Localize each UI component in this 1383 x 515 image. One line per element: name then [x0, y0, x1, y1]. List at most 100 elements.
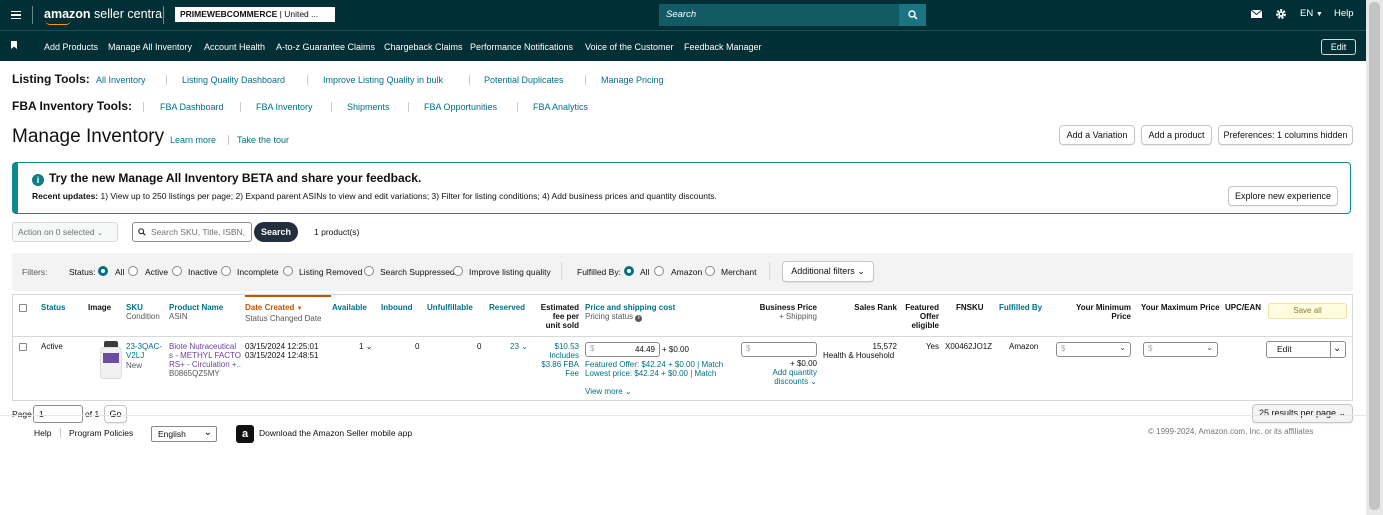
learn-more-link[interactable]: Learn more — [170, 135, 216, 145]
save-all-button[interactable]: Save all — [1268, 303, 1347, 319]
lowest-match-link[interactable]: Match — [695, 369, 717, 378]
amazon-seller-central-logo[interactable]: amazon seller central — [44, 7, 165, 25]
row-estimated-fee[interactable]: $10.53 Includes $3.86 FBA Fee — [533, 342, 579, 378]
footer-help-link[interactable]: Help — [34, 428, 51, 438]
link-all-inventory[interactable]: All Inventory — [96, 75, 146, 85]
status-inactive-radio[interactable] — [172, 266, 182, 276]
row-product-name[interactable]: Biote Nutraceutical s - METHYL FACTO RS+ -… — [169, 342, 241, 369]
header-sku[interactable]: SKU Condition — [126, 303, 160, 321]
footer-language-select[interactable]: English ⌄ — [151, 426, 217, 442]
inventory-search-button[interactable]: Search — [254, 222, 298, 242]
link-fba-analytics[interactable]: FBA Analytics — [533, 102, 588, 112]
row-checkbox[interactable] — [19, 343, 27, 351]
price-input[interactable]: $44.49 — [585, 342, 660, 357]
store-selector[interactable]: PRIMEWEBCOMMERCE | United ... — [175, 7, 335, 22]
link-fba-inventory[interactable]: FBA Inventory — [256, 102, 313, 112]
row-available[interactable]: 1 ⌄ — [359, 342, 372, 351]
footer-program-policies-link[interactable]: Program Policies — [69, 428, 133, 438]
min-price-input[interactable]: $ ⌄ — [1056, 342, 1131, 357]
fulfilled-amazon-label[interactable]: Amazon — [671, 267, 702, 277]
status-improve-quality-radio[interactable] — [453, 266, 463, 276]
status-improve-quality-label[interactable]: Improve listing quality — [469, 267, 551, 277]
nav-feedback-manager[interactable]: Feedback Manager — [684, 42, 762, 52]
link-potential-duplicates[interactable]: Potential Duplicates — [484, 75, 564, 85]
help-link[interactable]: Help — [1334, 8, 1354, 19]
link-shipments[interactable]: Shipments — [347, 102, 390, 112]
nav-performance-notifications[interactable]: Performance Notifications — [470, 42, 573, 52]
fulfilled-merchant-radio[interactable] — [705, 266, 715, 276]
row-edit-split-button[interactable]: Edit ⌄ — [1266, 341, 1346, 358]
row-sku[interactable]: 23-3QAC- V2LJ — [126, 342, 162, 360]
select-all-checkbox[interactable] — [19, 304, 27, 312]
row-edit-button[interactable]: Edit — [1267, 342, 1330, 357]
status-listing-removed-label[interactable]: Listing Removed — [299, 267, 362, 277]
add-quantity-discounts-link[interactable]: Add quantity discounts ⌄ — [753, 368, 817, 386]
explore-new-experience-button[interactable]: Explore new experience — [1228, 186, 1338, 206]
amazon-app-icon[interactable]: a — [236, 425, 254, 443]
chevron-down-icon[interactable]: ⌄ — [1333, 342, 1341, 356]
header-upc-ean: UPC/EAN — [1225, 303, 1262, 312]
settings-gear-icon[interactable] — [1275, 8, 1287, 22]
scrollbar-thumb[interactable] — [1369, 2, 1380, 510]
language-selector[interactable]: EN ▼ — [1300, 8, 1323, 19]
link-listing-quality-dashboard[interactable]: Listing Quality Dashboard — [182, 75, 285, 85]
edit-nav-button[interactable]: Edit — [1321, 39, 1356, 55]
hamburger-menu-icon[interactable] — [6, 5, 26, 25]
status-inactive-label[interactable]: Inactive — [188, 267, 217, 277]
business-price-input[interactable]: $ — [741, 342, 817, 357]
link-manage-pricing[interactable]: Manage Pricing — [601, 75, 664, 85]
status-active-radio[interactable] — [128, 266, 138, 276]
nav-add-products[interactable]: Add Products — [44, 42, 98, 52]
additional-filters-button[interactable]: Additional filters ⌄ — [782, 261, 874, 282]
add-product-button[interactable]: Add a product — [1141, 125, 1212, 145]
header-price[interactable]: Price and shipping cost Pricing status i — [585, 303, 675, 322]
view-more-link[interactable]: View more ⌄ — [585, 387, 632, 396]
status-incomplete-radio[interactable] — [221, 266, 231, 276]
header-status[interactable]: Status — [41, 303, 65, 312]
featured-match-link[interactable]: Match — [701, 360, 723, 369]
header-fulfilled-by[interactable]: Fulfilled By — [999, 303, 1042, 312]
add-variation-button[interactable]: Add a Variation — [1059, 125, 1135, 145]
fulfilled-merchant-label[interactable]: Merchant — [721, 267, 756, 277]
max-price-input[interactable]: $ ⌄ — [1143, 342, 1218, 357]
copyright: © 1999-2024, Amazon.com, Inc. or its aff… — [1148, 427, 1314, 436]
search-button[interactable] — [899, 4, 926, 26]
status-search-suppressed-radio[interactable] — [364, 266, 374, 276]
header-product-name[interactable]: Product Name ASIN — [169, 303, 223, 321]
mail-icon[interactable] — [1250, 9, 1263, 20]
global-search-input[interactable]: Search — [659, 4, 899, 26]
header-unfulfillable[interactable]: Unfulfillable — [427, 303, 473, 312]
nav-voice-of-customer[interactable]: Voice of the Customer — [585, 42, 674, 52]
header-inbound[interactable]: Inbound — [381, 303, 413, 312]
fulfilled-all-label[interactable]: All — [640, 267, 649, 277]
status-all-label[interactable]: All — [115, 267, 124, 277]
status-active-label[interactable]: Active — [145, 267, 168, 277]
header-available[interactable]: Available — [332, 303, 367, 312]
info-icon: i — [32, 174, 44, 186]
row-reserved[interactable]: 23 ⌄ — [510, 342, 528, 351]
fulfilled-all-radio[interactable] — [624, 266, 634, 276]
nav-account-health[interactable]: Account Health — [204, 42, 265, 52]
divider — [585, 75, 586, 85]
nav-manage-all-inventory[interactable]: Manage All Inventory — [108, 42, 192, 52]
take-tour-link[interactable]: Take the tour — [237, 135, 289, 145]
link-fba-dashboard[interactable]: FBA Dashboard — [160, 102, 224, 112]
inventory-search-input[interactable]: Search SKU, Title, ISBN, — [132, 222, 252, 242]
header-date-created[interactable]: Date Created ▼ Status Changed Date — [245, 303, 322, 323]
header-reserved[interactable]: Reserved — [489, 303, 525, 312]
product-image[interactable] — [100, 341, 122, 379]
status-search-suppressed-label[interactable]: Search Suppressed — [380, 267, 455, 277]
preferences-button[interactable]: Preferences: 1 columns hidden — [1218, 125, 1353, 145]
link-fba-opportunities[interactable]: FBA Opportunities — [424, 102, 497, 112]
nav-a-to-z-claims[interactable]: A-to-z Guarantee Claims — [276, 42, 375, 52]
link-improve-listing-quality[interactable]: Improve Listing Quality in bulk — [323, 75, 443, 85]
status-all-radio[interactable] — [98, 266, 108, 276]
download-app-link[interactable]: Download the Amazon Seller mobile app — [259, 428, 412, 438]
bulk-action-dropdown[interactable]: Action on 0 selected ⌄ — [12, 222, 118, 242]
bookmark-icon[interactable] — [11, 41, 17, 49]
nav-chargeback-claims[interactable]: Chargeback Claims — [384, 42, 463, 52]
status-incomplete-label[interactable]: Incomplete — [237, 267, 279, 277]
chevron-down-icon: ⌄ — [96, 230, 103, 237]
status-listing-removed-radio[interactable] — [283, 266, 293, 276]
fulfilled-amazon-radio[interactable] — [654, 266, 664, 276]
